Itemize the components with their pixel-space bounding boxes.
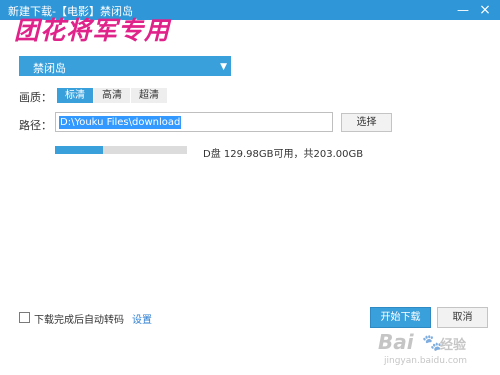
baidu-jingyan-watermark: Bai 🐾 经验 jingyan.baidu.com xyxy=(378,330,494,372)
auto-transcode-checkbox[interactable] xyxy=(19,312,30,323)
video-select-dropdown[interactable]: 禁闭岛 ▼ xyxy=(19,56,231,76)
title-bar: 新建下载-【电影】禁闭岛 — × xyxy=(0,0,500,20)
start-download-button[interactable]: 开始下载 xyxy=(370,307,431,328)
quality-option-sd[interactable]: 标清 xyxy=(57,88,94,103)
video-select-value: 禁闭岛 xyxy=(33,62,66,75)
disk-space-info: D盘 129.98GB可用，共203.00GB xyxy=(203,149,364,160)
baidu-jingyan-label: 经验 xyxy=(440,338,467,353)
path-input-value: D:\Youku Files\download xyxy=(59,116,182,129)
minimize-button[interactable]: — xyxy=(452,0,474,20)
browse-button[interactable]: 选择 xyxy=(341,113,392,132)
quality-options: 标清 高清 超清 xyxy=(57,88,168,103)
path-label: 路径： xyxy=(19,119,52,132)
disk-usage-fill xyxy=(55,146,103,154)
settings-link[interactable]: 设置 xyxy=(132,311,152,326)
close-button[interactable]: × xyxy=(474,0,496,20)
path-input[interactable]: D:\Youku Files\download xyxy=(55,112,333,132)
quality-label: 画质： xyxy=(19,91,52,104)
paw-icon: 🐾 xyxy=(422,333,442,352)
quality-option-uhd[interactable]: 超清 xyxy=(131,88,168,103)
baidu-brand: Bai xyxy=(378,330,414,354)
window-title: 新建下载-【电影】禁闭岛 xyxy=(8,5,133,18)
auto-transcode-label[interactable]: 下载完成后自动转码 xyxy=(34,311,124,326)
cancel-button[interactable]: 取消 xyxy=(437,307,488,328)
disk-usage-bar xyxy=(55,146,187,154)
chevron-down-icon: ▼ xyxy=(220,62,227,72)
baidu-jingyan-url: jingyan.baidu.com xyxy=(384,356,468,366)
quality-option-hd[interactable]: 高清 xyxy=(94,88,131,103)
